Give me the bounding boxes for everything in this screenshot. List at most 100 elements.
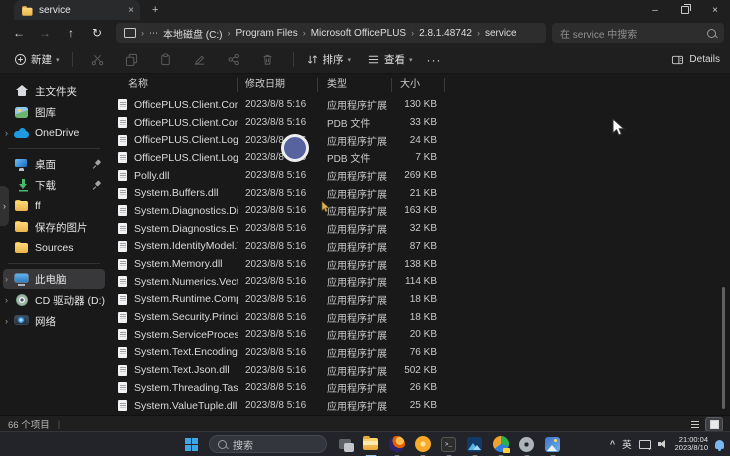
cad-app-taskbar-button[interactable] xyxy=(492,436,509,453)
delete-button[interactable] xyxy=(255,50,281,70)
expander-chevron-icon[interactable]: › xyxy=(5,296,14,305)
breadcrumb-item[interactable]: 本地磁盘 (C:) › xyxy=(163,26,230,41)
table-row[interactable]: System.Diagnostics.EventLog.dll 2023/8/8… xyxy=(108,220,730,238)
view-button[interactable]: 查看 ▾ xyxy=(363,52,417,67)
cast-display-icon[interactable] xyxy=(639,440,651,449)
expander-chevron-icon[interactable]: › xyxy=(5,275,14,284)
tab-title: service xyxy=(39,5,122,16)
task-view-button[interactable] xyxy=(336,436,353,453)
file-explorer-taskbar-button[interactable] xyxy=(362,436,379,453)
sidebar-item[interactable]: › OneDrive xyxy=(3,123,105,143)
new-button[interactable]: 新建 ▾ xyxy=(10,52,64,67)
up-button[interactable]: ↑ xyxy=(58,26,84,40)
paste-button[interactable] xyxy=(153,50,179,70)
sidebar-item[interactable]: › 图库 xyxy=(3,102,105,122)
terminal-taskbar-button[interactable]: >_ xyxy=(440,436,457,453)
cut-button[interactable] xyxy=(85,50,111,70)
copy-button[interactable] xyxy=(119,50,145,70)
orange-app-taskbar-button[interactable] xyxy=(414,436,431,453)
table-row[interactable]: OfficePLUS.Client.Common.dll 2023/8/8 5:… xyxy=(108,96,730,114)
file-date: 2023/8/8 5:16 xyxy=(238,99,318,110)
sidebar-item[interactable]: › Sources xyxy=(3,238,105,258)
windows-logo-icon xyxy=(185,438,198,451)
taskbar-clock[interactable]: 21:00:04 2023/8/10 xyxy=(675,436,708,453)
table-row[interactable]: System.Security.Principal.Windows.dll 20… xyxy=(108,308,730,326)
table-row[interactable]: System.Memory.dll 2023/8/8 5:16 应用程序扩展 1… xyxy=(108,255,730,273)
share-button[interactable] xyxy=(221,50,247,70)
close-button[interactable]: × xyxy=(700,0,730,20)
details-button[interactable]: Details xyxy=(671,54,720,66)
hidden-icons-chevron[interactable]: ^ xyxy=(610,439,615,449)
sidebar-item[interactable]: › 下载 xyxy=(3,175,105,195)
taskbar-search[interactable]: 搜索 xyxy=(209,435,327,453)
table-row[interactable]: System.Text.Encodings.Web.dll 2023/8/8 5… xyxy=(108,344,730,362)
breadcrumb-ellipsis-icon[interactable]: ⋯ xyxy=(149,28,158,39)
file-size: 25 KB xyxy=(392,400,445,411)
table-row[interactable]: System.Threading.Tasks.Extensions.dll 20… xyxy=(108,379,730,397)
breadcrumb-item[interactable]: Microsoft OfficePLUS › xyxy=(311,28,414,39)
table-row[interactable]: System.IdentityModel.Tokens.Jwt.dll 2023… xyxy=(108,238,730,256)
pin-icon xyxy=(93,160,101,169)
table-row[interactable]: System.Runtime.CompilerServices.Un... 20… xyxy=(108,291,730,309)
forward-button[interactable]: → xyxy=(32,26,58,40)
details-view-button[interactable] xyxy=(687,418,703,431)
vertical-scrollbar[interactable] xyxy=(722,287,725,409)
breadcrumb-item[interactable]: 2.8.1.48742 › xyxy=(419,28,480,39)
table-row[interactable]: Polly.dll 2023/8/8 5:16 应用程序扩展 269 KB xyxy=(108,167,730,185)
tab-close-icon[interactable]: × xyxy=(128,5,134,16)
sidebar-item[interactable]: › CD 驱动器 (D:) ES xyxy=(3,290,105,310)
address-bar: ← → ↑ ↻ › ⋯ 本地磁盘 (C:) › Program Files › … xyxy=(0,20,730,46)
sidebar-item[interactable]: › 桌面 xyxy=(3,154,105,174)
sidebar-item[interactable]: › ff xyxy=(3,196,105,216)
expander-chevron-icon[interactable]: › xyxy=(5,317,14,326)
more-options-button[interactable]: ··· xyxy=(427,53,442,67)
table-row[interactable]: System.Buffers.dll 2023/8/8 5:16 应用程序扩展 … xyxy=(108,184,730,202)
large-icons-view-button[interactable] xyxy=(706,418,722,431)
ime-indicator[interactable]: 英 xyxy=(622,437,632,451)
minimize-button[interactable]: – xyxy=(640,0,670,20)
search-placeholder: 在 service 中搜索 xyxy=(560,26,707,41)
column-header-type[interactable]: 类型 xyxy=(318,78,392,92)
column-header-name[interactable]: 名称 xyxy=(108,78,238,92)
sidebar-item[interactable]: › 保存的图片 xyxy=(3,217,105,237)
sidebar-item[interactable]: › 此电脑 xyxy=(3,269,105,289)
settings-taskbar-button[interactable] xyxy=(518,436,535,453)
firefox-taskbar-button[interactable] xyxy=(388,436,405,453)
notification-bell-icon[interactable] xyxy=(715,440,724,449)
breadcrumb-item[interactable]: Program Files › xyxy=(235,28,305,39)
table-row[interactable]: System.Diagnostics.DiagnosticSource... 2… xyxy=(108,202,730,220)
back-button[interactable]: ← xyxy=(6,26,32,40)
table-row[interactable]: System.Numerics.Vectors.dll 2023/8/8 5:1… xyxy=(108,273,730,291)
taskbar-apps: 搜索 >_ xyxy=(183,432,561,456)
new-tab-button[interactable]: + xyxy=(152,4,158,16)
table-row[interactable]: OfficePLUS.Client.Logging.dll 2023/8/8 5… xyxy=(108,131,730,149)
separator xyxy=(72,52,73,67)
sidebar-flyout-handle[interactable]: › xyxy=(0,186,9,226)
table-row[interactable]: OfficePLUS.Client.Common.pdb 2023/8/8 5:… xyxy=(108,114,730,132)
sort-button[interactable]: 排序 ▾ xyxy=(302,52,356,67)
rename-button[interactable] xyxy=(187,50,213,70)
start-button[interactable] xyxy=(183,436,200,453)
table-row[interactable]: System.ServiceProcess.ServiceControl... … xyxy=(108,326,730,344)
restore-button[interactable] xyxy=(670,0,700,20)
search-input[interactable]: 在 service 中搜索 xyxy=(552,23,724,43)
sidebar-item[interactable]: › 主文件夹 xyxy=(3,81,105,101)
video-app-taskbar-button[interactable] xyxy=(466,436,483,453)
photos-taskbar-button[interactable] xyxy=(544,436,561,453)
explorer-tab[interactable]: service × xyxy=(14,0,140,20)
column-header-date[interactable]: 修改日期 xyxy=(238,78,318,92)
breadcrumb-item[interactable]: service › xyxy=(485,28,517,39)
column-header-size[interactable]: 大小 xyxy=(392,78,445,92)
table-row[interactable]: OfficePLUS.Client.Logging.pdb 2023/8/8 5… xyxy=(108,149,730,167)
file-icon xyxy=(118,135,127,146)
file-name: System.Diagnostics.DiagnosticSource... xyxy=(134,205,238,217)
file-date: 2023/8/8 5:16 xyxy=(238,223,318,234)
system-tray: ^ 英 21:00:04 2023/8/10 xyxy=(610,432,724,456)
table-row[interactable]: System.ValueTuple.dll 2023/8/8 5:16 应用程序… xyxy=(108,397,730,415)
expander-chevron-icon[interactable]: › xyxy=(5,129,14,138)
sidebar-item[interactable]: › 网络 xyxy=(3,311,105,331)
volume-icon[interactable] xyxy=(658,440,668,449)
table-row[interactable]: System.Text.Json.dll 2023/8/8 5:16 应用程序扩… xyxy=(108,361,730,379)
breadcrumb[interactable]: › ⋯ 本地磁盘 (C:) › Program Files › Microsof… xyxy=(116,23,546,43)
refresh-button[interactable]: ↻ xyxy=(84,26,110,40)
